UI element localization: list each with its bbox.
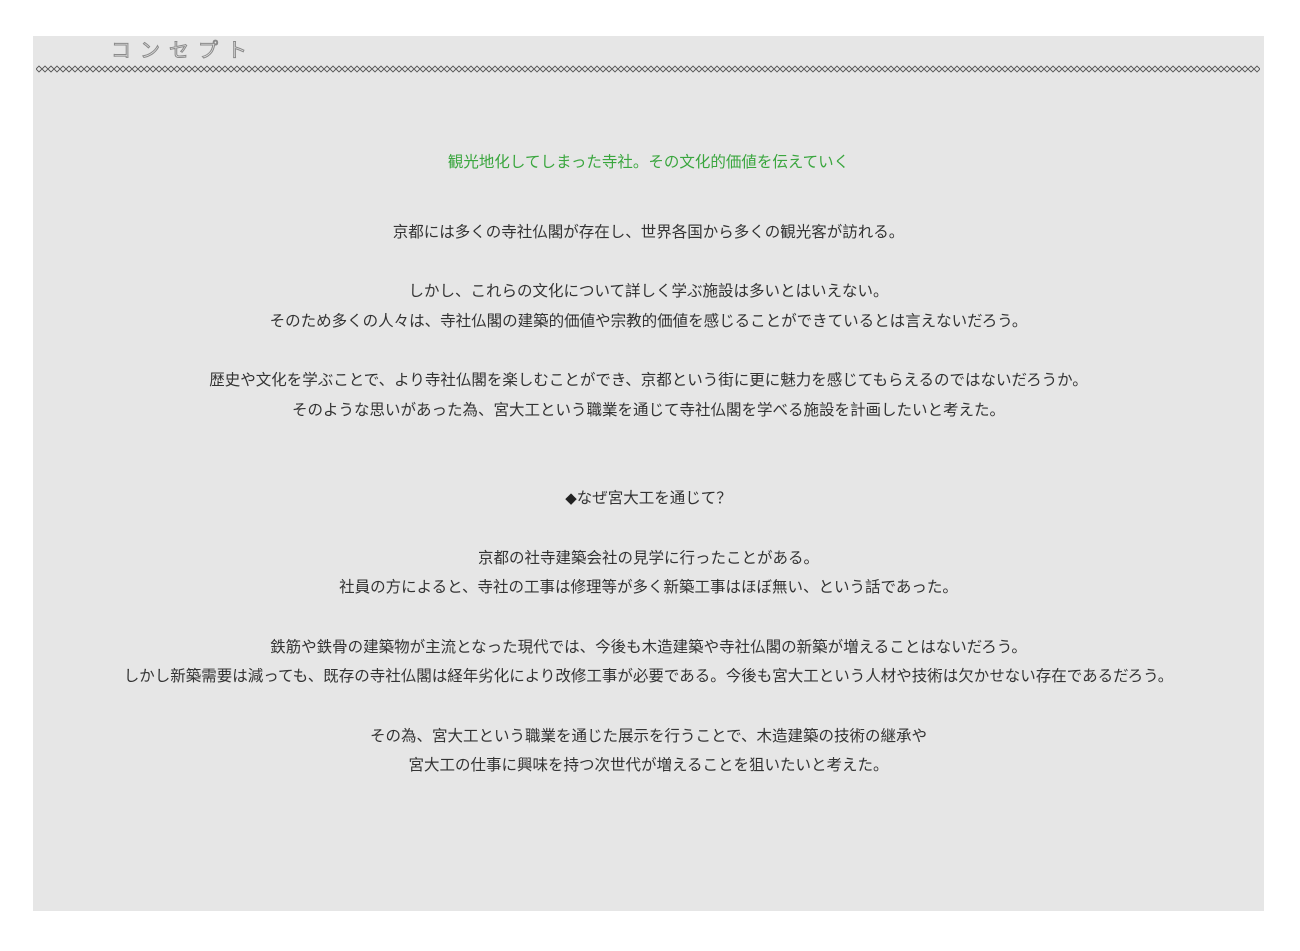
concept-panel: コンセプト 観光地化してしまった寺社。その文化的価値を伝えていく 京都には多くの… (33, 36, 1264, 911)
why-paragraph-2-line-2: しかし新築需要は減っても、既存の寺社仏閣は経年劣化により改修工事が必要である。今… (123, 667, 1174, 685)
concept-paragraph-2-line-2: そのため多くの人々は、寺社仏閣の建築的価値や宗教的価値を感じることができていると… (269, 311, 1028, 330)
diamond-bullet-icon: ◆ (565, 489, 577, 507)
concept-paragraph-3-line-1: 歴史や文化を学ぶことで、より寺社仏閣を楽しむことができ、京都という街に更に魅力を… (209, 371, 1088, 389)
concept-paragraph-2-line-1: しかし、これらの文化について詳しく学ぶ施設は多いとはいえない。 (408, 282, 889, 300)
why-paragraph-2-line-1: 鉄筋や鉄骨の建築物が主流となった現代では、今後も木造建築や寺社仏閣の新築が増える… (270, 637, 1027, 656)
concept-paragraph-3-line-2: そのような思いがあった為、宮大工という職業を通じて寺社仏閣を学べる施設を計画した… (291, 400, 1005, 419)
diamond-divider (36, 63, 1260, 75)
why-heading: ◆なぜ宮大工を通じて？ (33, 484, 1264, 514)
concept-tagline: 観光地化してしまった寺社。その文化的価値を伝えていく (447, 153, 850, 171)
why-paragraph-1-line-1: 京都の社寺建築会社の見学に行ったことがある。 (477, 548, 819, 567)
concept-body: 観光地化してしまった寺社。その文化的価値を伝えていく 京都には多くの寺社仏閣が存… (33, 148, 1264, 781)
section-heading: コンセプト (111, 38, 256, 63)
why-paragraph-3-line-2: 宮大工の仕事に興味を持つ次世代が増えることを狙いたいと考えた。 (408, 756, 889, 774)
why-heading-text: なぜ宮大工を通じて？ (576, 489, 732, 507)
why-paragraph-1-line-2: 社員の方によると、寺社の工事は修理等が多く新築工事はほぼ無い、という話であった。 (339, 578, 958, 596)
concept-paragraph-1: 京都には多くの寺社仏閣が存在し、世界各国から多くの観光客が訪れる。 (392, 222, 905, 241)
why-paragraph-3-line-1: その為、宮大工という職業を通じた展示を行うことで、木造建築の技術の継承や (370, 726, 927, 745)
